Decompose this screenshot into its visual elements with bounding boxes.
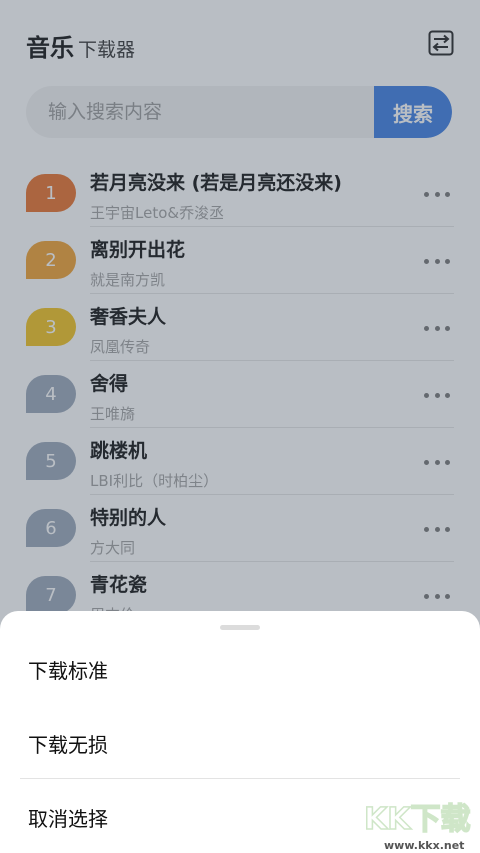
watermark-url: www.kkx.net (384, 839, 464, 852)
sheet-divider (20, 778, 460, 779)
app-screen: 音乐 下载器 搜索 1 若月亮没来 (若是月亮还没来) 王宇宙Leto&乔浚丞 … (0, 0, 480, 853)
download-standard-option[interactable]: 下载标准 (0, 639, 480, 699)
download-lossless-option[interactable]: 下载无损 (0, 713, 480, 773)
kk-watermark-logo: KK下载 www.kkx.net (363, 801, 471, 852)
sheet-handle[interactable] (220, 625, 260, 630)
watermark-text: KK下载 (364, 802, 471, 837)
